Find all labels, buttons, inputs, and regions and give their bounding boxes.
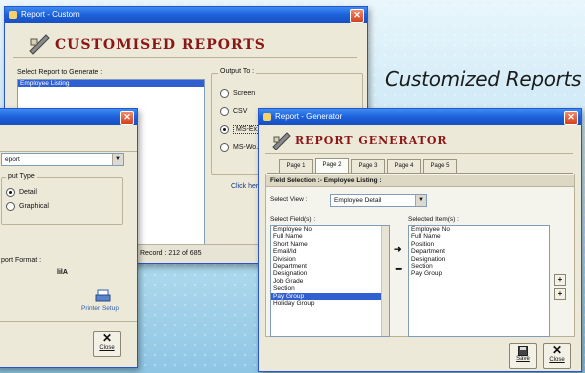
output-type-label: put Type [6, 173, 37, 180]
select-view-label: Select View : [270, 196, 308, 203]
output-radio[interactable] [220, 124, 229, 134]
tab-page-1[interactable]: Page 1 [279, 159, 313, 173]
report-options-window: ✕ eport ▼ put Type Detail Graphical port … [0, 108, 138, 368]
output-type-radio[interactable] [6, 201, 15, 211]
app-icon [263, 113, 271, 121]
selected-list-item[interactable]: Position [409, 241, 549, 248]
report-list-item[interactable]: Employee Listing [18, 80, 204, 88]
output-option-label: CSV [233, 108, 248, 115]
tab-panel: Field Selection :- Employee Listing : Se… [265, 174, 575, 337]
report-generator-window: Report - Generator ✕ REPORT GENERATOR Pa… [258, 108, 582, 372]
output-type-label: Detail [19, 189, 37, 196]
close-button[interactable]: ✕ Close [93, 331, 121, 357]
output-option-label: Screen [233, 90, 256, 97]
selected-items-list[interactable]: Employee No Full Name Position Department De… [408, 225, 550, 337]
options-header-space [0, 129, 137, 152]
tab-page-2[interactable]: Page 2 [315, 158, 349, 173]
selected-list-item[interactable]: Full Name [409, 233, 549, 240]
section-title: Field Selection :- Employee Listing : [270, 177, 382, 184]
close-icon[interactable]: ✕ [564, 111, 578, 125]
report-wrench-icon [29, 34, 50, 55]
fields-label: Select Field(s) : [270, 216, 316, 223]
close-icon[interactable]: ✕ [120, 111, 134, 125]
section-title-bar: Field Selection :- Employee Listing : [266, 175, 574, 187]
printer-setup-button[interactable]: Printer Setup [81, 305, 119, 312]
output-type-option[interactable]: Detail [6, 186, 49, 200]
output-type-group: put Type Detail Graphical [1, 173, 123, 225]
output-radio[interactable] [220, 88, 229, 98]
tab-page-5[interactable]: Page 5 [423, 159, 457, 173]
selected-list-item[interactable]: Department [409, 248, 549, 255]
report-format-label: port Format : [1, 257, 42, 264]
record-count: Record : 212 of 685 [140, 250, 202, 257]
app-icon [9, 11, 17, 19]
report-wrench-icon [272, 132, 291, 150]
report-format-value: lilA [57, 269, 68, 276]
close-button-label: Close [549, 357, 565, 363]
field-list-item[interactable]: Designation [271, 270, 381, 277]
custom-report-titlebar[interactable]: Report - Custom ✕ [5, 7, 367, 23]
page-caption: Customized Reports [385, 67, 582, 91]
custom-header-bar: CUSTOMISED REPORTS [13, 31, 357, 58]
generator-heading: REPORT GENERATOR [295, 134, 448, 147]
field-list-item[interactable]: Division [271, 256, 381, 263]
remove-field-icon[interactable]: ━ [396, 264, 401, 275]
close-icon[interactable]: ✕ [350, 9, 364, 23]
move-up-button[interactable]: + [554, 274, 566, 286]
field-list-item[interactable]: Department [271, 263, 381, 270]
close-x-icon: ✕ [101, 331, 113, 345]
generator-title: Report - Generator [275, 112, 343, 121]
add-field-arrow-icon[interactable]: ➜ [394, 244, 402, 255]
output-label: Output To : [218, 68, 257, 75]
field-list-item[interactable]: Holiday Group [271, 300, 381, 307]
custom-report-heading: CUSTOMISED REPORTS [55, 37, 266, 53]
selected-list-item[interactable]: Employee No [409, 226, 549, 233]
output-radio[interactable] [220, 106, 229, 116]
field-list-item[interactable]: Employee No [271, 226, 381, 233]
close-button-label: Close [99, 345, 115, 351]
printer-icon[interactable] [95, 289, 111, 303]
options-titlebar[interactable]: ✕ [0, 109, 137, 125]
output-option[interactable]: Screen [220, 88, 266, 100]
field-list-item[interactable]: Email/Id [271, 248, 381, 255]
move-down-button[interactable]: + [554, 288, 566, 300]
generator-titlebar[interactable]: Report - Generator ✕ [259, 109, 581, 125]
select-report-label: Select Report to Generate : [17, 69, 103, 76]
save-icon [518, 346, 528, 356]
view-select-value: Employee Detail [334, 197, 382, 204]
report-select[interactable]: eport ▼ [1, 153, 124, 166]
generator-header-bar: REPORT GENERATOR [265, 129, 573, 154]
selected-list-item[interactable]: Section [409, 263, 549, 270]
field-list-item[interactable]: Full Name [271, 233, 381, 240]
field-list-item[interactable]: Short Name [271, 241, 381, 248]
save-button-label: Save [516, 356, 530, 362]
chevron-down-icon[interactable]: ▼ [415, 195, 426, 206]
output-type-label: Graphical [19, 203, 49, 210]
close-x-icon: ✕ [551, 343, 563, 357]
fields-scrollbar[interactable] [381, 226, 389, 336]
report-select-value: eport [5, 156, 20, 163]
field-list-item[interactable]: Section [271, 285, 381, 292]
page-tabs: Page 1 Page 2 Page 3 Page 4 Page 5 [267, 158, 573, 174]
selected-list-item[interactable]: Designation [409, 256, 549, 263]
output-type-radio[interactable] [6, 187, 15, 197]
output-type-option[interactable]: Graphical [6, 200, 49, 214]
available-fields-list[interactable]: Employee No Full Name Short Name Email/Id Di… [270, 225, 390, 337]
selected-items-label: Selected Item(s) : [408, 216, 459, 223]
save-button[interactable]: Save [509, 343, 537, 369]
tab-page-3[interactable]: Page 3 [351, 159, 385, 173]
close-button[interactable]: ✕ Close [543, 343, 571, 369]
selected-list-item[interactable]: Pay Group [409, 270, 549, 277]
view-select[interactable]: Employee Detail ▼ [330, 194, 427, 207]
field-list-item[interactable]: Job Grade [271, 278, 381, 285]
options-footer [0, 321, 137, 322]
custom-report-title: Report - Custom [21, 10, 80, 19]
output-radio[interactable] [220, 142, 229, 152]
output-type-options: Detail Graphical [6, 186, 49, 214]
field-list-item[interactable]: Pay Group [271, 292, 381, 300]
tab-page-4[interactable]: Page 4 [387, 159, 421, 173]
chevron-down-icon[interactable]: ▼ [112, 154, 123, 165]
